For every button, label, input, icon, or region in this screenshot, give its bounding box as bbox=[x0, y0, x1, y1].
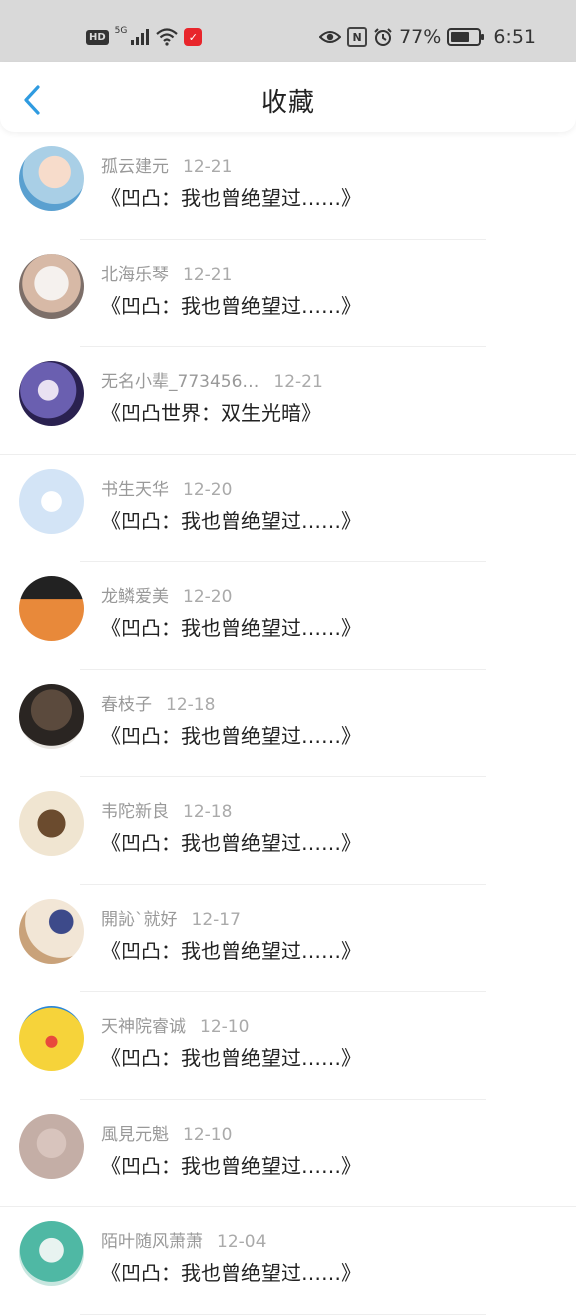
date-label: 12-10 bbox=[183, 1124, 233, 1145]
status-bar: HD 5G ✓ N 77% 6:51 bbox=[0, 0, 576, 62]
avatar[interactable] bbox=[19, 898, 84, 964]
user-name-line: 春枝子 12-18 bbox=[101, 690, 215, 715]
avatar[interactable] bbox=[19, 1113, 84, 1179]
date-label: 12-21 bbox=[183, 264, 233, 285]
user-name[interactable]: 天神院睿诚 bbox=[101, 1017, 186, 1037]
date-label: 12-21 bbox=[183, 157, 233, 177]
date-label: 12-18 bbox=[166, 694, 216, 715]
user-name[interactable]: 韦陀新良 bbox=[101, 802, 169, 822]
status-left: HD 5G ✓ bbox=[86, 24, 203, 50]
list-item[interactable]: 天神院睿诚 12-10 《凹凸：我也曾绝望过……》 bbox=[0, 992, 576, 1100]
work-title[interactable]: 《凹凸：我也曾绝望过……》 bbox=[101, 290, 361, 319]
user-name[interactable]: 風見元魁 bbox=[101, 1125, 169, 1145]
divider bbox=[80, 1313, 486, 1315]
list-item[interactable]: 书生天华 12-20 《凹凸：我也曾绝望过……》 bbox=[0, 455, 576, 562]
user-name-line: 天神院睿诚 12-10 bbox=[101, 1012, 249, 1037]
page-title: 收藏 bbox=[260, 88, 315, 118]
avatar-image bbox=[19, 791, 84, 856]
avatar-image bbox=[19, 898, 84, 964]
user-name-line: 陌叶随风萧萧 12-04 bbox=[101, 1227, 266, 1252]
user-name-line: 風見元魁 12-10 bbox=[101, 1120, 232, 1145]
list-item[interactable]: 龙鳞爱美 12-20 《凹凸：我也曾绝望过……》 bbox=[0, 562, 576, 670]
list-item[interactable]: 陌叶随风萧萧 12-04 《凹凸：我也曾绝望过……》 bbox=[0, 1207, 576, 1315]
avatar-image bbox=[19, 1006, 84, 1071]
work-title[interactable]: 《凹凸：我也曾绝望过……》 bbox=[101, 1042, 361, 1071]
avatar[interactable] bbox=[19, 253, 84, 319]
alarm-icon bbox=[374, 28, 392, 46]
avatar-image bbox=[19, 576, 84, 641]
work-title[interactable]: 《凹凸世界：双生光暗》 bbox=[101, 397, 321, 426]
work-title[interactable]: 《凹凸：我也曾绝望过……》 bbox=[101, 1150, 361, 1179]
status-right: N 77% 6:51 bbox=[319, 22, 536, 52]
user-name[interactable]: 北海乐琴 bbox=[101, 265, 169, 285]
list-item[interactable]: 韦陀新良 12-18 《凹凸：我也曾绝望过……》 bbox=[0, 777, 576, 885]
avatar[interactable] bbox=[19, 1006, 84, 1071]
list-item[interactable]: 北海乐琴 12-21 《凹凸：我也曾绝望过……》 bbox=[0, 240, 576, 347]
list-item[interactable]: 風見元魁 12-10 《凹凸：我也曾绝望过……》 bbox=[0, 1100, 576, 1207]
avatar-image bbox=[19, 683, 84, 749]
date-label: 12-10 bbox=[200, 1017, 250, 1037]
favorites-list: 孤云建元 12-21 《凹凸：我也曾绝望过……》 北海乐琴 12-21 《凹凸：我也曾绝望… bbox=[0, 132, 576, 1315]
app-notification-icon: ✓ bbox=[184, 28, 203, 46]
avatar[interactable] bbox=[19, 146, 84, 211]
user-name[interactable]: 无名小辈_773456… bbox=[101, 372, 259, 392]
avatar-image bbox=[19, 1113, 84, 1179]
user-name-line: 開訫`就好 12-17 bbox=[101, 905, 241, 930]
work-title[interactable]: 《凹凸：我也曾绝望过……》 bbox=[101, 827, 361, 856]
work-title[interactable]: 《凹凸：我也曾绝望过……》 bbox=[101, 505, 361, 534]
avatar[interactable] bbox=[19, 683, 84, 749]
avatar[interactable] bbox=[19, 576, 84, 641]
avatar-image bbox=[19, 361, 84, 426]
avatar-image bbox=[19, 468, 84, 534]
nfc-icon: N bbox=[347, 27, 368, 47]
list-item[interactable]: 无名小辈_773456… 12-21 《凹凸世界：双生光暗》 bbox=[0, 347, 576, 455]
battery-percent: 77% bbox=[399, 26, 442, 48]
avatar[interactable] bbox=[19, 791, 84, 856]
user-name-line: 北海乐琴 12-21 bbox=[101, 260, 232, 285]
clock: 6:51 bbox=[493, 26, 536, 48]
list-item[interactable]: 開訫`就好 12-17 《凹凸：我也曾绝望过……》 bbox=[0, 885, 576, 992]
user-name-line: 韦陀新良 12-18 bbox=[101, 797, 232, 822]
avatar-image bbox=[19, 1221, 84, 1286]
work-title[interactable]: 《凹凸：我也曾绝望过……》 bbox=[101, 1257, 361, 1286]
hd-badge: HD bbox=[86, 29, 109, 45]
user-name-line: 无名小辈_773456… 12-21 bbox=[101, 367, 323, 392]
list-item[interactable]: 春枝子 12-18 《凹凸：我也曾绝望过……》 bbox=[0, 670, 576, 777]
battery-fill bbox=[451, 32, 470, 42]
avatar[interactable] bbox=[19, 1221, 84, 1286]
work-title[interactable]: 《凹凸：我也曾绝望过……》 bbox=[101, 720, 361, 749]
date-label: 12-04 bbox=[217, 1232, 267, 1252]
network-type-label: 5G bbox=[114, 26, 128, 36]
work-title[interactable]: 《凹凸：我也曾绝望过……》 bbox=[101, 935, 361, 964]
date-label: 12-21 bbox=[273, 372, 323, 392]
app-header: 收藏 bbox=[0, 62, 576, 132]
date-label: 12-18 bbox=[183, 802, 233, 822]
signal-icon bbox=[131, 29, 150, 45]
wifi-icon bbox=[156, 28, 179, 46]
user-name-line: 龙鳞爱美 12-20 bbox=[101, 582, 232, 607]
avatar[interactable] bbox=[19, 468, 84, 534]
battery-icon bbox=[447, 28, 485, 46]
user-name[interactable]: 春枝子 bbox=[101, 695, 152, 715]
work-title[interactable]: 《凹凸：我也曾绝望过……》 bbox=[101, 182, 361, 211]
user-name[interactable]: 開訫`就好 bbox=[101, 910, 178, 930]
date-label: 12-17 bbox=[191, 909, 241, 930]
user-name[interactable]: 龙鳞爱美 bbox=[101, 587, 169, 607]
avatar[interactable] bbox=[19, 361, 84, 426]
eye-icon bbox=[319, 31, 342, 43]
user-name[interactable]: 孤云建元 bbox=[101, 157, 169, 177]
date-label: 12-20 bbox=[183, 479, 233, 500]
work-title[interactable]: 《凹凸：我也曾绝望过……》 bbox=[101, 612, 361, 641]
avatar-image bbox=[19, 146, 84, 211]
list-item[interactable]: 孤云建元 12-21 《凹凸：我也曾绝望过……》 bbox=[0, 132, 576, 240]
user-name-line: 孤云建元 12-21 bbox=[101, 152, 232, 177]
avatar-image bbox=[19, 253, 84, 319]
user-name[interactable]: 书生天华 bbox=[101, 480, 169, 500]
user-name-line: 书生天华 12-20 bbox=[101, 475, 232, 500]
user-name[interactable]: 陌叶随风萧萧 bbox=[101, 1232, 203, 1252]
date-label: 12-20 bbox=[183, 587, 233, 607]
